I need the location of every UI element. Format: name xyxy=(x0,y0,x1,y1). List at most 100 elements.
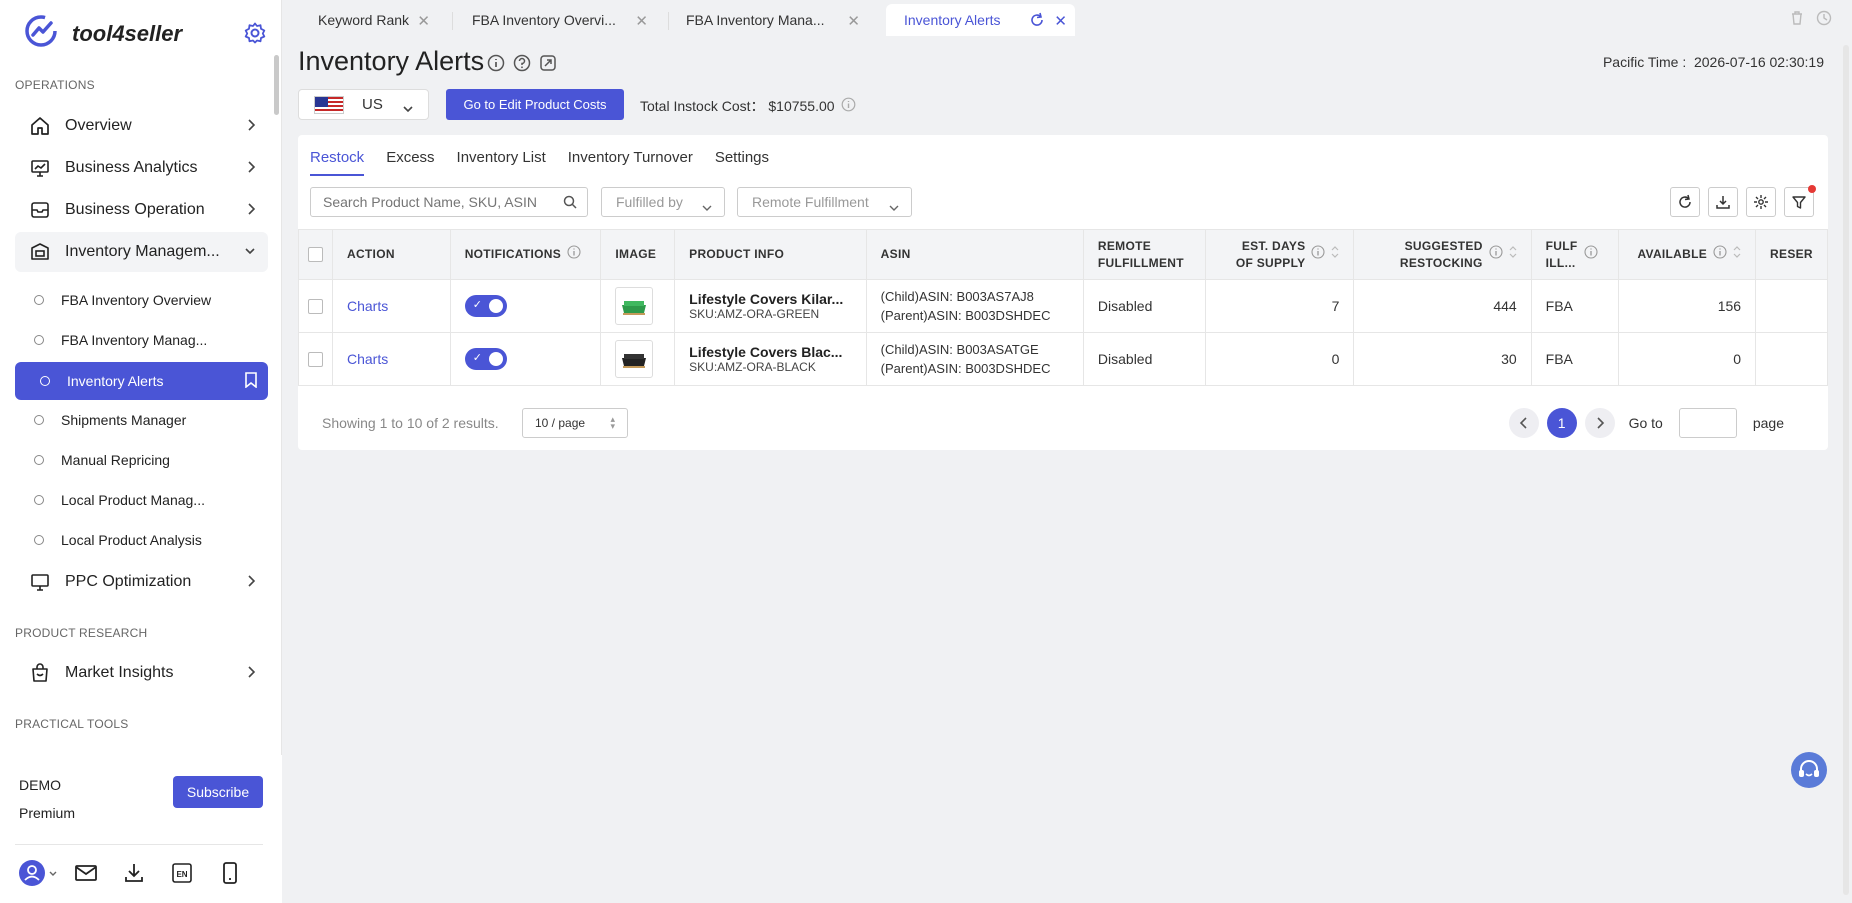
fulfilled-by-select[interactable]: Fulfilled by xyxy=(601,187,725,217)
sidebar-scrollbar[interactable] xyxy=(274,55,279,115)
prev-page-button[interactable] xyxy=(1508,408,1539,438)
download-icon[interactable] xyxy=(110,859,158,887)
sidebar-subitem-label: Shipments Manager xyxy=(61,412,187,428)
edit-product-costs-button[interactable]: Go to Edit Product Costs xyxy=(446,89,624,120)
sidebar-subitem-manual-repricing[interactable]: Manual Repricing xyxy=(15,442,268,478)
close-icon[interactable]: ✕ xyxy=(847,12,860,30)
product-name[interactable]: Lifestyle Covers Kilar... xyxy=(689,291,852,307)
tab-inventory-alerts[interactable]: Inventory Alerts ✕ xyxy=(886,4,1075,36)
col-label: REMOTE xyxy=(1097,238,1152,253)
search-icon[interactable] xyxy=(563,195,577,214)
instock-cost-text: Total Instock Cost： $10755.00 xyxy=(640,98,835,114)
col-est-days-of-supply[interactable]: EST. DAYS OF SUPPLY xyxy=(1205,229,1355,280)
sort-icon[interactable] xyxy=(1733,245,1741,264)
tab-keyword-rank[interactable]: Keyword Rank ✕ xyxy=(300,4,438,36)
circle-icon xyxy=(40,376,50,386)
subtab-inventory-list[interactable]: Inventory List xyxy=(457,149,546,176)
refresh-button[interactable] xyxy=(1670,187,1700,217)
chevron-right-icon xyxy=(246,574,256,593)
refresh-icon[interactable] xyxy=(1029,12,1045,31)
sidebar-item-ppc-optimization[interactable]: PPC Optimization xyxy=(15,562,268,602)
avatar[interactable] xyxy=(14,859,62,887)
export-button[interactable] xyxy=(1708,187,1738,217)
sidebar-subitem-local-product-analysis[interactable]: Local Product Analysis xyxy=(15,522,268,558)
info-icon[interactable] xyxy=(567,245,581,264)
sidebar-item-market-insights[interactable]: Market Insights xyxy=(15,653,268,693)
info-icon[interactable] xyxy=(1489,245,1503,264)
sidebar-item-business-operation[interactable]: Business Operation xyxy=(15,190,268,230)
clock-icon[interactable] xyxy=(1816,10,1832,31)
sidebar-subitem-shipments-manager[interactable]: Shipments Manager xyxy=(15,402,268,438)
subtab-inventory-turnover[interactable]: Inventory Turnover xyxy=(568,149,693,176)
brand[interactable]: tool4seller xyxy=(24,14,182,53)
analytics-icon xyxy=(29,157,51,179)
mobile-icon[interactable] xyxy=(206,859,254,887)
close-icon[interactable]: ✕ xyxy=(1054,12,1067,30)
sidebar-subitem-inventory-alerts[interactable]: Inventory Alerts xyxy=(15,362,268,400)
table-row: Charts ✓ Lifestyle Covers Kilar... SKU:AM… xyxy=(298,279,1828,333)
sidebar-item-business-analytics[interactable]: Business Analytics xyxy=(15,148,268,188)
sidebar-subitem-fba-inventory-manager[interactable]: FBA Inventory Manag... xyxy=(15,322,268,358)
notifications-cell: ✓ xyxy=(449,332,602,386)
info-icon[interactable] xyxy=(1311,245,1325,264)
check-icon: ✓ xyxy=(472,352,482,364)
info-icon[interactable] xyxy=(1713,245,1727,264)
action-cell: Charts xyxy=(332,279,451,333)
charts-link[interactable]: Charts xyxy=(347,298,388,314)
page-label: page xyxy=(1752,415,1784,431)
close-icon[interactable]: ✕ xyxy=(417,12,430,30)
country-select[interactable]: US xyxy=(298,89,429,120)
column-settings-button[interactable] xyxy=(1746,187,1776,217)
main-vertical-scrollbar[interactable] xyxy=(1843,45,1849,895)
tab-fba-inventory-overview[interactable]: FBA Inventory Overvi... ✕ xyxy=(454,4,656,36)
row-checkbox[interactable] xyxy=(308,298,323,314)
col-suggested-restocking[interactable]: SUGGESTED RESTOCKING xyxy=(1353,229,1532,280)
col-available[interactable]: AVAILABLE xyxy=(1618,229,1757,280)
external-link-icon[interactable] xyxy=(539,54,557,77)
col-product-info: PRODUCT INFO xyxy=(674,229,867,280)
gear-icon[interactable] xyxy=(244,22,266,49)
country-label: US xyxy=(362,96,383,113)
sidebar-subitem-local-product-manager[interactable]: Local Product Manag... xyxy=(15,482,268,518)
bookmark-icon[interactable] xyxy=(244,372,258,391)
next-page-button[interactable] xyxy=(1584,408,1615,438)
product-name[interactable]: Lifestyle Covers Blac... xyxy=(689,344,852,360)
subtab-settings[interactable]: Settings xyxy=(715,149,769,176)
notification-toggle[interactable]: ✓ xyxy=(464,348,507,370)
info-icon[interactable] xyxy=(841,97,856,115)
page-title: Inventory Alerts xyxy=(298,46,485,76)
charts-link[interactable]: Charts xyxy=(347,351,388,367)
info-icon[interactable] xyxy=(1583,245,1598,264)
goto-page-input[interactable] xyxy=(1678,408,1737,438)
sidebar-item-inventory-management[interactable]: Inventory Managem... xyxy=(15,232,268,272)
tab-fba-inventory-manager[interactable]: FBA Inventory Mana... ✕ xyxy=(668,4,868,36)
close-icon[interactable]: ✕ xyxy=(635,12,648,30)
sidebar-item-overview[interactable]: Overview xyxy=(15,106,268,146)
row-checkbox[interactable] xyxy=(308,351,323,367)
search-input[interactable] xyxy=(323,188,553,216)
subtab-excess[interactable]: Excess xyxy=(386,149,434,176)
sidebar-subitem-fba-inventory-overview[interactable]: FBA Inventory Overview xyxy=(15,282,268,318)
sort-icon[interactable] xyxy=(1331,245,1339,264)
fulfillment-cell: FBA xyxy=(1530,279,1620,333)
language-icon[interactable]: EN xyxy=(158,859,206,887)
remote-fulfillment-cell: Disabled xyxy=(1082,279,1207,333)
help-icon[interactable] xyxy=(513,54,531,77)
trash-icon[interactable] xyxy=(1790,10,1804,31)
sidebar-subitem-label: Inventory Alerts xyxy=(67,373,164,389)
product-thumbnail[interactable] xyxy=(615,287,654,325)
info-icon[interactable] xyxy=(487,54,505,77)
subscribe-button[interactable]: Subscribe xyxy=(173,776,263,808)
sort-icon[interactable] xyxy=(1509,245,1517,264)
filter-button[interactable] xyxy=(1784,185,1816,217)
remote-fulfillment-select[interactable]: Remote Fulfillment xyxy=(737,187,912,217)
mail-icon[interactable] xyxy=(62,859,110,887)
col-remote-fulfillment: REMOTE FULFILLMENT xyxy=(1082,229,1207,280)
page-size-select[interactable]: 10 / page ▴ ▾ xyxy=(522,408,628,438)
page-number-button[interactable]: 1 xyxy=(1546,408,1577,438)
notification-toggle[interactable]: ✓ xyxy=(464,295,507,317)
select-all-checkbox[interactable] xyxy=(308,247,323,262)
product-thumbnail[interactable] xyxy=(615,340,654,378)
customer-support-button[interactable] xyxy=(1791,752,1827,788)
subtab-restock[interactable]: Restock xyxy=(310,149,365,176)
